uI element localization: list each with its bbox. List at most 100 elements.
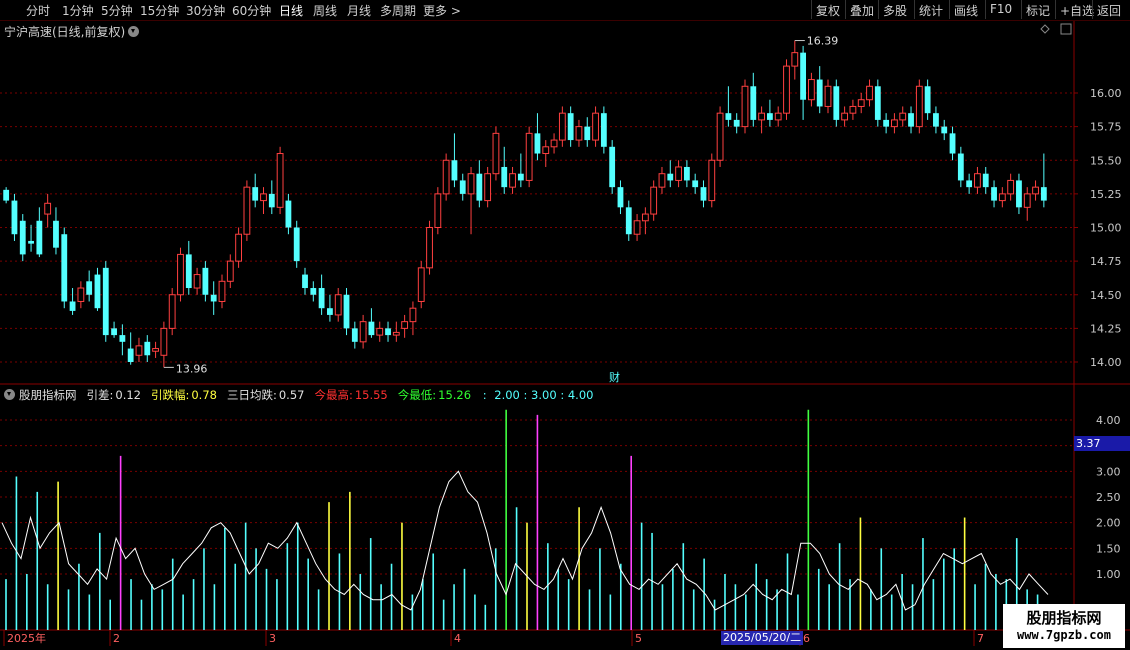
candle-body	[974, 173, 981, 188]
toolbar-button-1[interactable]: 叠加	[845, 0, 878, 19]
candle-body	[550, 139, 558, 148]
candle	[185, 240, 192, 295]
candle	[235, 227, 243, 268]
candle-body	[459, 180, 466, 194]
candle	[766, 99, 773, 127]
candle	[11, 193, 18, 241]
period-tab-4[interactable]: 30分钟	[186, 2, 225, 19]
indicator-tick-label: 2.50	[1096, 491, 1121, 504]
indicator-field-value: 15.55	[354, 388, 388, 402]
time-tick-label: 2025年	[7, 631, 46, 645]
candle-body	[401, 321, 409, 329]
period-tab-2[interactable]: 5分钟	[101, 2, 133, 19]
candle-body	[567, 113, 574, 141]
candle	[733, 113, 740, 134]
time-tick-label: 4	[454, 632, 461, 645]
candle	[650, 180, 658, 221]
toolbar-button-5[interactable]: F10	[985, 0, 1016, 19]
period-tab-5[interactable]: 60分钟	[232, 2, 271, 19]
indicator-extra-prefix: :	[479, 388, 491, 402]
candle	[94, 267, 101, 311]
stock-title-text: 宁沪高速(日线,前复权)	[4, 25, 126, 39]
toolbar-button-2[interactable]: 多股	[878, 0, 911, 19]
period-tab-10[interactable]: 更多 >	[423, 2, 461, 19]
diamond-icon	[1040, 24, 1050, 34]
candle-body	[376, 327, 384, 336]
candle	[376, 321, 384, 342]
candle	[243, 180, 251, 241]
period-tab-0[interactable]: 分时	[26, 2, 50, 19]
candle-body	[144, 341, 151, 356]
period-tab-9[interactable]: 多周期	[380, 2, 416, 19]
indicator-tick-label: 2.00	[1096, 517, 1121, 530]
candle	[459, 173, 466, 201]
toolbar-button-8[interactable]: 返回	[1092, 0, 1125, 19]
candle-body	[484, 173, 492, 202]
candle	[28, 224, 34, 252]
candle	[816, 66, 823, 114]
candle	[600, 106, 607, 154]
candle	[857, 93, 865, 114]
candle	[310, 281, 317, 302]
toolbar-button-6[interactable]: 标记	[1021, 0, 1054, 19]
candle	[525, 126, 533, 188]
toolbar-button-4[interactable]: 画线	[949, 0, 982, 19]
candle-body	[791, 52, 799, 67]
candle-body	[53, 220, 59, 248]
candle-body	[908, 113, 914, 127]
candle	[617, 180, 624, 215]
candle	[824, 79, 832, 114]
candle	[725, 86, 732, 127]
chevron-down-icon[interactable]	[4, 389, 15, 400]
candle	[683, 160, 690, 188]
candle	[61, 227, 68, 309]
candle-body	[501, 166, 508, 188]
candle-body	[857, 99, 865, 107]
candle-body	[111, 328, 117, 336]
candle-body	[667, 173, 674, 181]
candle-body	[268, 193, 275, 208]
candle	[19, 214, 26, 262]
candle	[708, 153, 716, 208]
indicator-extra-text: 2.00 : 3.00 : 4.00	[494, 388, 594, 402]
candle-body	[592, 112, 599, 141]
period-tab-7[interactable]: 周线	[313, 2, 337, 19]
period-tab-6[interactable]: 日线	[279, 2, 303, 19]
candle	[135, 337, 143, 362]
period-tab-1[interactable]: 1分钟	[62, 2, 94, 19]
candle	[218, 274, 226, 309]
chart-canvas[interactable]: 16.00 15.75 15.50 15.25 15.00 14.75 14.50 14.25…	[0, 0, 1130, 650]
candle	[750, 72, 757, 127]
candle	[833, 79, 840, 127]
candle-body	[334, 294, 342, 316]
candle-body	[351, 328, 358, 342]
indicator-tick-label: 4.00	[1096, 414, 1121, 427]
candle-body	[683, 166, 690, 181]
candle-body	[841, 112, 849, 121]
candle-body	[392, 331, 400, 336]
candle	[800, 45, 807, 120]
watermark-logo: 股朋指标网 www.7gpzb.com	[1003, 604, 1125, 648]
cursor-date-badge: 2025/05/20/二	[721, 631, 804, 645]
candle	[1032, 180, 1039, 201]
candle-body	[692, 180, 699, 188]
candle-body	[924, 86, 931, 114]
candle	[791, 40, 799, 80]
candle-body	[874, 86, 881, 120]
candle	[542, 140, 550, 167]
toolbar-button-0[interactable]: 复权	[811, 0, 844, 19]
candle	[351, 321, 358, 349]
candle	[998, 187, 1006, 208]
candle	[252, 173, 259, 208]
toolbar-button-3[interactable]: 统计	[914, 0, 947, 19]
period-tab-8[interactable]: 月线	[347, 2, 371, 19]
price-tick-label: 15.75	[1090, 121, 1122, 134]
price-tick-label: 15.50	[1090, 154, 1122, 167]
candle-body	[343, 294, 350, 329]
candle-body	[891, 119, 898, 128]
candle	[517, 153, 524, 188]
chevron-down-icon[interactable]	[128, 26, 140, 37]
period-tab-3[interactable]: 15分钟	[140, 2, 179, 19]
watermark-title: 股朋指标网	[1026, 609, 1102, 627]
candle-body	[617, 187, 624, 208]
